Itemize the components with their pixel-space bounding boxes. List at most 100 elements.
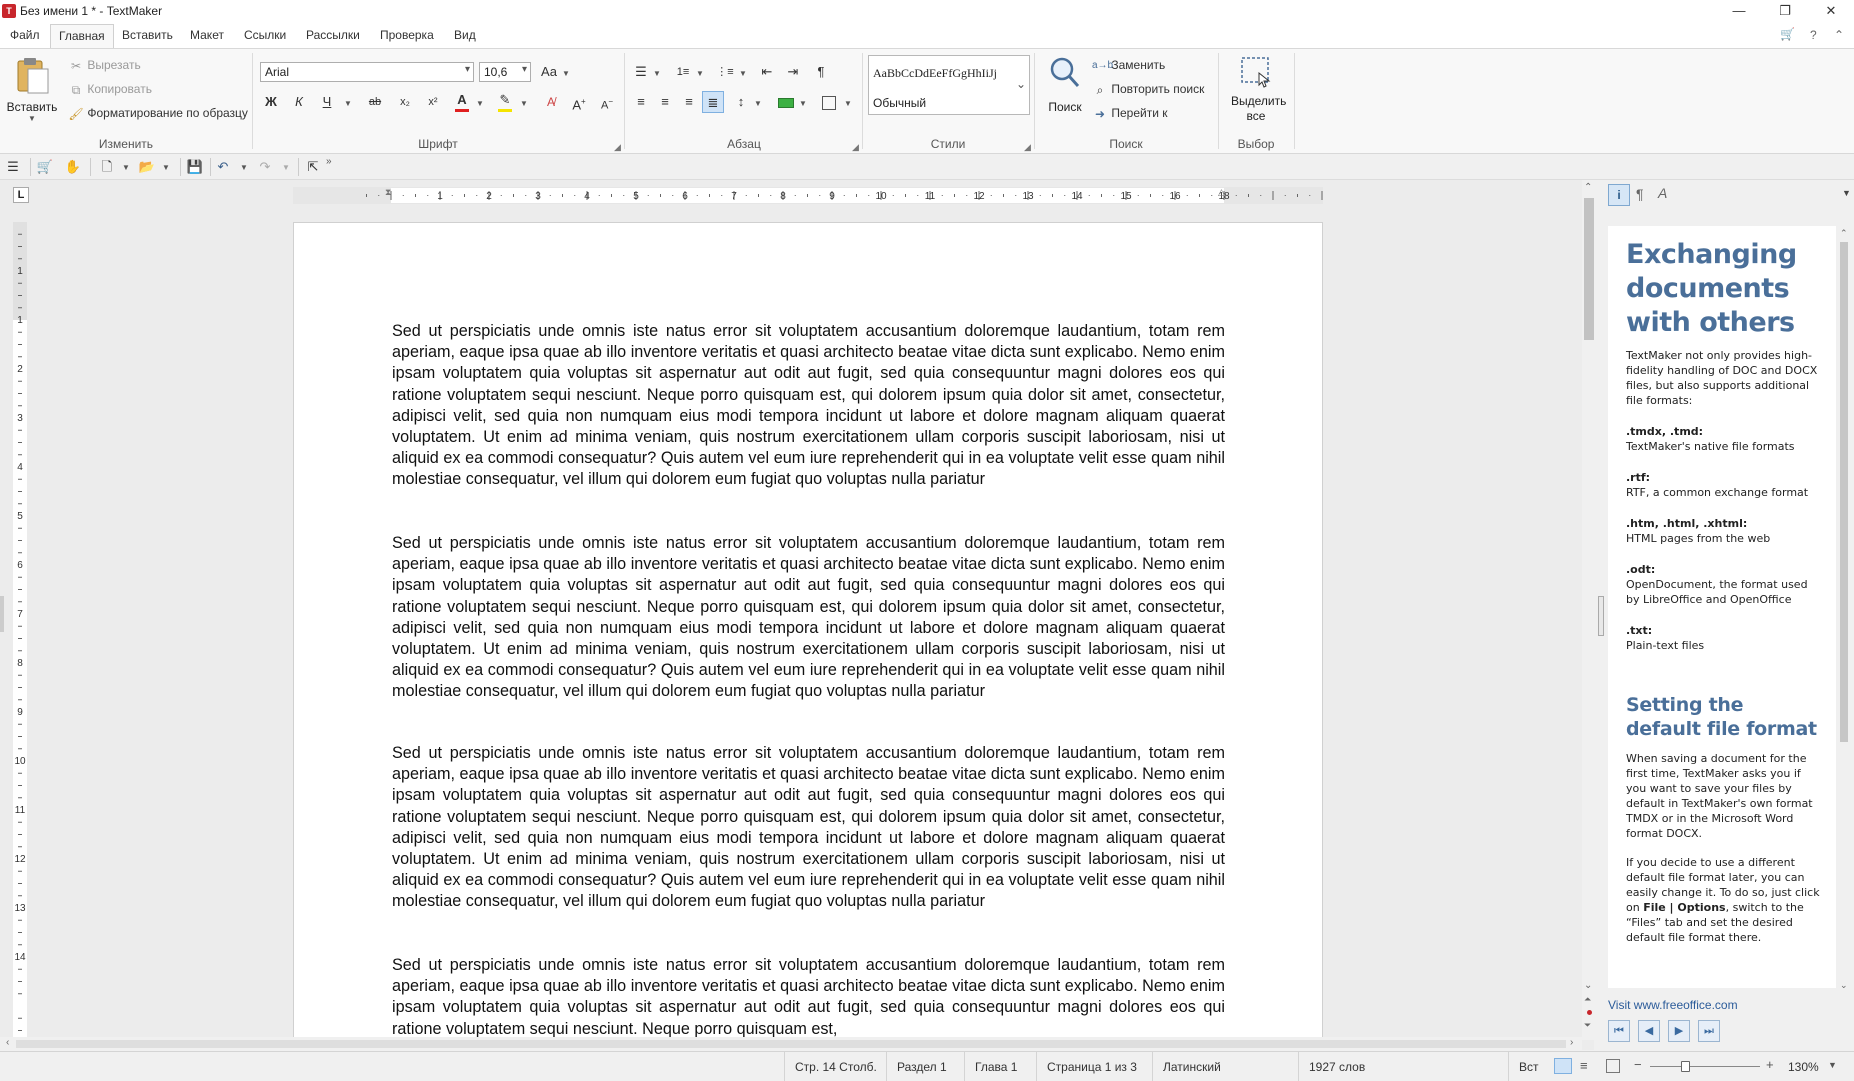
horizontal-scrollbar[interactable]: ‹ ›	[0, 1037, 1582, 1051]
last-page-icon[interactable]: ⏭	[1698, 1020, 1720, 1042]
pilcrow-icon[interactable]: ¶	[810, 61, 832, 83]
align-center-icon[interactable]: ≡	[654, 91, 676, 113]
previous-icon[interactable]: ◀	[1638, 1020, 1660, 1042]
right-indent-marker[interactable]: △	[1218, 187, 1225, 198]
vertical-scrollbar[interactable]: ⌃ ⌄ ⏶ ⏷	[1582, 180, 1596, 1040]
freeoffice-link[interactable]: Visit www.freeoffice.com	[1608, 998, 1738, 1012]
shading-icon[interactable]	[778, 98, 794, 108]
align-left-icon[interactable]: ≡	[630, 91, 652, 113]
scroll-up-icon[interactable]: ⌃	[1840, 228, 1848, 239]
strikethrough-button[interactable]: ab	[364, 91, 386, 113]
tab-stop-selector[interactable]: L	[13, 187, 29, 203]
scroll-down-icon[interactable]: ⌄	[1840, 980, 1848, 991]
sidebar-splitter[interactable]	[1598, 596, 1604, 636]
bold-button[interactable]: Ж	[260, 91, 282, 113]
zoom-slider-thumb[interactable]	[1681, 1061, 1691, 1072]
scroll-thumb[interactable]	[1840, 242, 1848, 742]
save-icon[interactable]: 💾	[184, 156, 206, 178]
decrease-indent-icon[interactable]: ⇤	[756, 61, 778, 83]
restore-button[interactable]: ❐	[1762, 0, 1808, 24]
font-size-combo[interactable]: 10,6 ▾	[479, 62, 531, 82]
line-spacing-icon[interactable]: ↕	[730, 91, 752, 113]
cut-button[interactable]: ✂ Вырезать	[68, 58, 141, 74]
character-format-icon[interactable]: A	[1658, 185, 1667, 201]
chevron-down-icon[interactable]: ▼	[1842, 188, 1851, 198]
align-right-icon[interactable]: ≡	[678, 91, 700, 113]
left-indent-marker[interactable]: ⧗	[385, 187, 391, 198]
scroll-down-icon[interactable]: ⌄	[1584, 980, 1592, 991]
undo-icon[interactable]: ↶	[212, 156, 234, 178]
menu-home[interactable]: Главная	[50, 24, 114, 49]
scroll-thumb[interactable]	[1584, 198, 1594, 340]
zoom-out-button[interactable]: −	[1634, 1057, 1642, 1072]
menu-file[interactable]: Файл	[10, 28, 40, 42]
horizontal-ruler[interactable]: 1 2 3 4 5 6 7 8 9 10 11 12 13 14 15 16 18 ⧗ △	[293, 187, 1323, 204]
new-document-icon[interactable]: 🗋	[96, 156, 118, 178]
sidebar-scrollbar[interactable]: ⌃ ⌄	[1838, 228, 1850, 992]
zoom-slider[interactable]	[1650, 1066, 1760, 1067]
grow-font-icon[interactable]: A+	[568, 91, 590, 113]
paste-button[interactable]: Вставить ▼	[6, 55, 58, 131]
document-paragraph[interactable]: Sed ut perspiciatis unde omnis iste natu…	[392, 743, 1225, 913]
change-case-icon[interactable]: Aa	[538, 61, 560, 83]
dialog-launcher-icon[interactable]: ◢	[852, 142, 859, 153]
superscript-button[interactable]: x²	[422, 91, 444, 113]
info-icon[interactable]: i	[1608, 184, 1630, 206]
menu-layout[interactable]: Макет	[190, 28, 224, 42]
copy-button[interactable]: ⧉ Копировать	[68, 82, 152, 98]
menu-references[interactable]: Ссылки	[244, 28, 286, 42]
hamburger-menu-icon[interactable]: ☰	[2, 156, 24, 178]
scroll-thumb[interactable]	[16, 1040, 1566, 1048]
zoom-in-button[interactable]: +	[1766, 1057, 1774, 1072]
italic-button[interactable]: К	[288, 91, 310, 113]
status-language[interactable]: Латинский	[1152, 1052, 1298, 1081]
chevron-down-icon[interactable]: ▼	[1828, 1060, 1837, 1070]
underline-button[interactable]: Ч	[316, 91, 338, 113]
dialog-launcher-icon[interactable]: ◢	[1024, 142, 1031, 153]
select-all-button[interactable]: Выделить все	[1222, 55, 1290, 124]
master-page-view-icon[interactable]	[1606, 1059, 1620, 1073]
chevron-up-icon[interactable]: ⌃	[1834, 28, 1844, 42]
format-painter-button[interactable]: 🖌 Форматирование по образцу	[68, 106, 248, 122]
increase-indent-icon[interactable]: ⇥	[782, 61, 804, 83]
goto-button[interactable]: ➜ Перейти к	[1092, 106, 1168, 122]
left-panel-handle[interactable]	[0, 596, 4, 632]
chevron-down-icon[interactable]: ⌄	[1016, 77, 1026, 91]
zoom-level[interactable]: 130%	[1788, 1060, 1819, 1074]
cart-icon[interactable]: 🛒	[1780, 27, 1795, 41]
highlight-button[interactable]: ✎	[494, 89, 516, 111]
align-justify-icon[interactable]: ≣	[702, 91, 724, 113]
font-color-button[interactable]: A	[451, 89, 473, 111]
shrink-font-icon[interactable]: A−	[596, 91, 618, 113]
numbering-icon[interactable]: 1≡	[672, 61, 694, 83]
bullets-icon[interactable]: ☰	[630, 61, 652, 83]
repeat-search-button[interactable]: ⌕ Повторить поиск	[1092, 82, 1205, 98]
subscript-button[interactable]: x₂	[394, 91, 416, 113]
close-button[interactable]: ✕	[1808, 0, 1854, 24]
font-name-combo[interactable]: Arial ▾	[260, 62, 474, 82]
status-insert-mode[interactable]: Вст	[1508, 1052, 1546, 1081]
document-paragraph[interactable]: Sed ut perspiciatis unde omnis iste natu…	[392, 321, 1225, 491]
menu-review[interactable]: Проверка	[380, 28, 434, 42]
search-button[interactable]: Поиск	[1040, 55, 1090, 114]
menu-mailings[interactable]: Рассылки	[306, 28, 360, 42]
help-icon[interactable]: ?	[1810, 28, 1817, 42]
document-page[interactable]: Sed ut perspiciatis unde omnis iste natu…	[293, 222, 1323, 1056]
document-paragraph[interactable]: Sed ut perspiciatis unde omnis iste natu…	[392, 955, 1225, 1040]
hand-icon[interactable]: ✋	[62, 156, 84, 178]
pilcrow-icon[interactable]: ¶	[1636, 186, 1644, 202]
next-page-icon[interactable]: ⏷	[1584, 1020, 1591, 1031]
outline-view-icon[interactable]: ≡	[1580, 1058, 1588, 1073]
multilevel-list-icon[interactable]: ⋮≡	[714, 61, 736, 83]
clear-format-icon[interactable]: A̸	[540, 91, 562, 113]
style-gallery[interactable]: AaBbCcDdEeFfGgHhIiJj Обычный	[868, 55, 1030, 115]
page-view-icon[interactable]	[1554, 1058, 1572, 1074]
scroll-right-icon[interactable]: ›	[1570, 1037, 1573, 1048]
scroll-up-icon[interactable]: ⌃	[1584, 182, 1592, 193]
browse-object-icon[interactable]	[1587, 1010, 1592, 1015]
borders-icon[interactable]	[822, 96, 836, 110]
dialog-launcher-icon[interactable]: ◢	[614, 142, 621, 153]
replace-button[interactable]: a→b Заменить	[1092, 58, 1165, 74]
first-page-icon[interactable]: ⏮	[1608, 1020, 1630, 1042]
pointer-icon[interactable]: ⇱	[302, 156, 324, 178]
